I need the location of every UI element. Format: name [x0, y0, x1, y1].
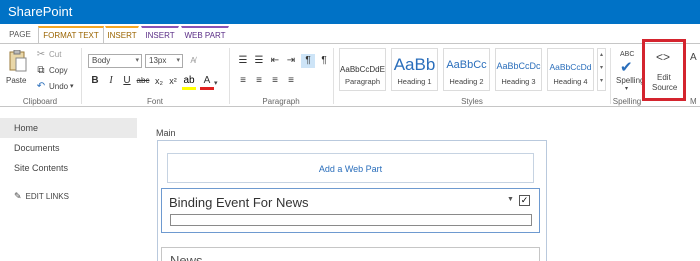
style-paragraph[interactable]: AaBbCcDdE Paragraph: [339, 48, 386, 91]
separator: [229, 48, 230, 104]
nav-item-site-contents[interactable]: Site Contents: [0, 158, 137, 178]
nav-item-documents[interactable]: Documents: [0, 138, 137, 158]
style-heading-2[interactable]: AaBbCc Heading 2: [443, 48, 490, 91]
news-webpart-title: News: [170, 253, 203, 261]
style-heading-4[interactable]: AaBbCcDd Heading 4: [547, 48, 594, 91]
edit-links-button[interactable]: ✎ EDIT LINKS: [0, 186, 137, 206]
group-label-styles: Styles: [461, 97, 483, 106]
bold-button[interactable]: B: [88, 74, 102, 88]
clear-format-icon[interactable]: A̸: [186, 54, 200, 68]
chevron-down-icon[interactable]: ▾: [214, 77, 218, 91]
spelling-button[interactable]: ABC ✔ Spelling ▾: [612, 48, 645, 94]
style-name: Heading 4: [553, 77, 588, 86]
style-heading-3[interactable]: AaBbCcDc Heading 3: [495, 48, 542, 91]
tab-insert-webpart[interactable]: INSERT: [141, 26, 179, 43]
group-label-spelling: Spelling: [612, 97, 642, 106]
ltr-icon[interactable]: ¶: [301, 54, 315, 68]
pencil-icon: ✎: [14, 191, 22, 201]
group-label-clipboard: Clipboard: [22, 97, 58, 106]
tab-page[interactable]: PAGE: [6, 26, 34, 43]
chevron-down-icon: ▾: [625, 86, 629, 92]
brand-title[interactable]: SharePoint: [8, 4, 72, 19]
undo-icon: ↶: [36, 81, 46, 92]
news-webpart: [161, 247, 540, 261]
nav-item-home[interactable]: Home: [0, 118, 137, 138]
highlight-color-button[interactable]: ab: [182, 74, 196, 90]
styles-scroll[interactable]: ▴ ▾ ▾: [597, 48, 606, 91]
outdent-icon[interactable]: ⇤: [268, 54, 282, 68]
style-name: Heading 2: [449, 77, 484, 86]
checkmark-icon: ✔: [620, 59, 633, 76]
separator: [333, 48, 334, 104]
cut-button[interactable]: Cut: [49, 48, 61, 62]
style-sample: AaBbCc: [446, 59, 487, 71]
undo-button[interactable]: Undo: [49, 80, 68, 94]
webpart-title-input[interactable]: [170, 214, 532, 226]
separator: [610, 48, 611, 104]
style-heading-1[interactable]: AaBb Heading 1: [391, 48, 438, 91]
strikethrough-button[interactable]: abc: [136, 74, 150, 88]
subscript-button[interactable]: x₂: [152, 74, 166, 88]
webpart-title: Binding Event For News: [169, 195, 309, 210]
font-size-value: 13px: [149, 56, 167, 65]
justify-icon[interactable]: ≡: [284, 74, 298, 88]
undo-dropdown-icon[interactable]: ▾: [70, 80, 74, 94]
add-webpart-button[interactable]: Add a Web Part: [167, 153, 534, 183]
scissors-icon: ✂: [36, 49, 46, 60]
style-sample: AaBbCcDc: [496, 61, 541, 71]
group-label-markup-cutoff: M: [690, 97, 697, 106]
edit-links-label: EDIT LINKS: [25, 192, 69, 201]
webpart-checkbox[interactable]: ✓: [519, 195, 530, 206]
webpart-menu-icon[interactable]: ▼: [507, 196, 514, 203]
suite-bar: SharePoint: [0, 0, 700, 24]
numbered-list-icon[interactable]: ☰: [252, 54, 266, 68]
superscript-button[interactable]: x²: [166, 74, 180, 88]
underline-button[interactable]: U: [120, 74, 134, 88]
style-sample: AaBbCcDdE: [340, 65, 385, 74]
font-color-button[interactable]: A: [200, 74, 214, 90]
chevron-down-icon: ▾: [176, 57, 180, 64]
copy-icon: ⧉: [37, 65, 45, 76]
paste-icon: [9, 50, 27, 72]
spelling-abc: ABC: [620, 51, 635, 58]
separator: [81, 48, 82, 104]
align-right-icon[interactable]: ≡: [268, 74, 282, 88]
spelling-label: Spelling: [616, 76, 645, 85]
chevron-down-icon: ▾: [135, 57, 139, 64]
rtl-icon[interactable]: ¶: [317, 54, 331, 68]
edit-source-highlight: [642, 39, 686, 101]
align-center-icon[interactable]: ≡: [252, 74, 266, 88]
ribbon-tabs: PAGE FORMAT TEXT INSERT INSERT WEB PART: [0, 24, 700, 43]
zone-label: Main: [156, 128, 176, 138]
tab-web-part[interactable]: WEB PART: [181, 26, 229, 43]
group-label-paragraph: Paragraph: [262, 97, 300, 106]
style-name: Heading 1: [397, 77, 432, 86]
font-style-select[interactable]: Body ▾: [88, 54, 142, 68]
tab-format-text[interactable]: FORMAT TEXT: [38, 26, 104, 43]
tab-insert-text[interactable]: INSERT: [105, 26, 139, 43]
group-label-font: Font: [146, 97, 163, 106]
indent-icon[interactable]: ⇥: [284, 54, 298, 68]
copy-button[interactable]: Copy: [49, 64, 68, 78]
align-left-icon[interactable]: ≡: [236, 74, 250, 88]
style-sample: AaBb: [393, 55, 436, 74]
bullet-list-icon[interactable]: ☰: [236, 54, 250, 68]
font-style-value: Body: [92, 56, 111, 65]
style-name: Heading 3: [501, 77, 536, 86]
paste-label: Paste: [6, 76, 27, 85]
font-size-select[interactable]: 13px ▾: [145, 54, 183, 68]
style-sample: AaBbCcDd: [549, 62, 592, 72]
ribbon: Paste ✂ Cut ⧉ Copy ↶ Undo ▾ Clipboard Bo…: [0, 43, 700, 107]
italic-button[interactable]: I: [104, 74, 118, 88]
paste-button[interactable]: Paste: [4, 48, 32, 90]
style-name: Paragraph: [344, 77, 381, 86]
markup-styles-cutoff: A: [690, 52, 697, 63]
